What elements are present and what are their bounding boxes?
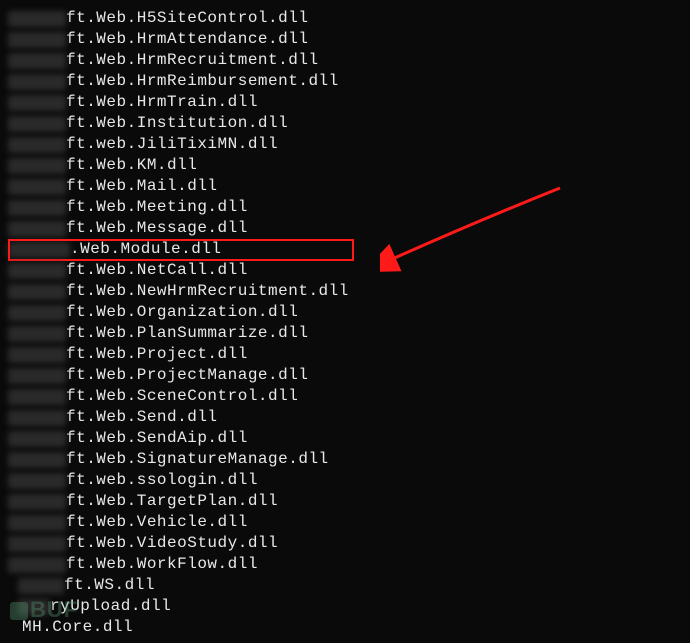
file-line: ft.Web.Mail.dll [0,176,690,197]
redacted-prefix [8,410,66,426]
filename-text: ft.Web.HrmReimbursement.dll [66,71,339,92]
file-line: ft.Web.Organization.dll [0,302,690,323]
filename-text: ryUpload.dll [50,596,171,617]
file-line: ft.Web.VideoStudy.dll [0,533,690,554]
redacted-prefix [8,473,66,489]
filename-text: ft.Web.H5SiteControl.dll [66,8,308,29]
redacted-prefix [8,95,66,111]
filename-text: ft.Web.KM.dll [66,155,197,176]
filename-text: ft.Web.SendAip.dll [66,428,248,449]
redacted-prefix [8,557,66,573]
redacted-prefix [8,347,66,363]
filename-text: ft.Web.Mail.dll [66,176,218,197]
filename-text: ft.Web.HrmTrain.dll [66,92,258,113]
redacted-prefix [18,578,64,594]
redacted-prefix [8,137,66,153]
redacted-prefix [8,326,66,342]
file-line: ft.Web.SceneControl.dll [0,386,690,407]
file-line: ft.Web.Send.dll [0,407,690,428]
filename-text: ft.WS.dll [64,575,155,596]
file-line: ft.Web.ProjectManage.dll [0,365,690,386]
filename-text: ft.Web.SignatureManage.dll [66,449,329,470]
redacted-prefix [8,179,66,195]
redacted-prefix [8,494,66,510]
filename-text: ft.Web.WorkFlow.dll [66,554,258,575]
file-line: ft.Web.Vehicle.dll [0,512,690,533]
filename-text: ft.Web.Send.dll [66,407,218,428]
filename-text: ft.Web.Vehicle.dll [66,512,248,533]
file-line: ft.WS.dll [0,575,690,596]
redacted-prefix [8,515,66,531]
filename-text: ft.Web.VideoStudy.dll [66,533,278,554]
file-line: ft.Web.HrmRecruitment.dll [0,50,690,71]
redacted-prefix [8,200,66,216]
filename-text: ft.Web.ProjectManage.dll [66,365,308,386]
redacted-prefix [8,221,66,237]
file-line: ft.Web.HrmAttendance.dll [0,29,690,50]
filename-text: ft.Web.Institution.dll [66,113,288,134]
filename-text: MH.Core.dll [22,617,133,638]
filename-text: ft.Web.HrmRecruitment.dll [66,50,319,71]
file-line: ft.web.ssologin.dll [0,470,690,491]
file-line: ryUpload.dll [0,596,690,617]
redacted-prefix [8,11,66,27]
file-line: ft.Web.WorkFlow.dll [0,554,690,575]
filename-text: ft.web.JiliTixiMN.dll [66,134,278,155]
redacted-prefix [8,74,66,90]
filename-text: ft.Web.NewHrmRecruitment.dll [66,281,349,302]
redacted-prefix [8,431,66,447]
file-line: ft.Web.Project.dll [0,344,690,365]
file-line: ft.Web.Institution.dll [0,113,690,134]
redacted-prefix [8,116,66,132]
file-line: ft.Web.NetCall.dll [0,260,690,281]
redacted-prefix [8,32,66,48]
redacted-prefix [8,305,66,321]
filename-text: ft.Web.TargetPlan.dll [66,491,278,512]
filename-text: ft.Web.Meeting.dll [66,197,248,218]
file-line-last: MH.Core.dll [0,617,690,638]
file-line: ft.Web.TargetPlan.dll [0,491,690,512]
file-line: ft.Web.H5SiteControl.dll [0,8,690,29]
filename-text: ft.Web.Project.dll [66,344,248,365]
file-line: ft.Web.NewHrmRecruitment.dll [0,281,690,302]
filename-text: .Web.Module.dll [70,239,222,260]
file-line: ft.Web.SendAip.dll [0,428,690,449]
file-line: ft.Web.HrmReimbursement.dll [0,71,690,92]
file-line: ft.Web.SignatureManage.dll [0,449,690,470]
file-listing: ft.Web.H5SiteControl.dllft.Web.HrmAttend… [0,8,690,617]
filename-text: ft.Web.PlanSummarize.dll [66,323,308,344]
redacted-prefix [8,53,66,69]
file-line: ft.Web.PlanSummarize.dll [0,323,690,344]
redacted-prefix [8,158,66,174]
redacted-prefix [18,599,50,615]
file-line: ft.web.JiliTixiMN.dll [0,134,690,155]
filename-text: ft.Web.Organization.dll [66,302,298,323]
filename-text: ft.Web.NetCall.dll [66,260,248,281]
filename-text: ft.Web.HrmAttendance.dll [66,29,308,50]
redacted-prefix [8,368,66,384]
file-line: ft.Web.HrmTrain.dll [0,92,690,113]
filename-text: ft.Web.Message.dll [66,218,248,239]
redacted-prefix [8,536,66,552]
filename-text: ft.Web.SceneControl.dll [66,386,298,407]
redacted-prefix [8,263,66,279]
file-line: ft.Web.KM.dll [0,155,690,176]
file-line: ft.Web.Meeting.dll [0,197,690,218]
filename-text: ft.web.ssologin.dll [66,470,258,491]
redacted-prefix [8,452,66,468]
redacted-prefix [8,284,66,300]
redacted-prefix [8,389,66,405]
redacted-prefix [8,242,70,258]
file-line: ft.Web.Message.dll [0,218,690,239]
file-line: .Web.Module.dll [0,239,690,260]
